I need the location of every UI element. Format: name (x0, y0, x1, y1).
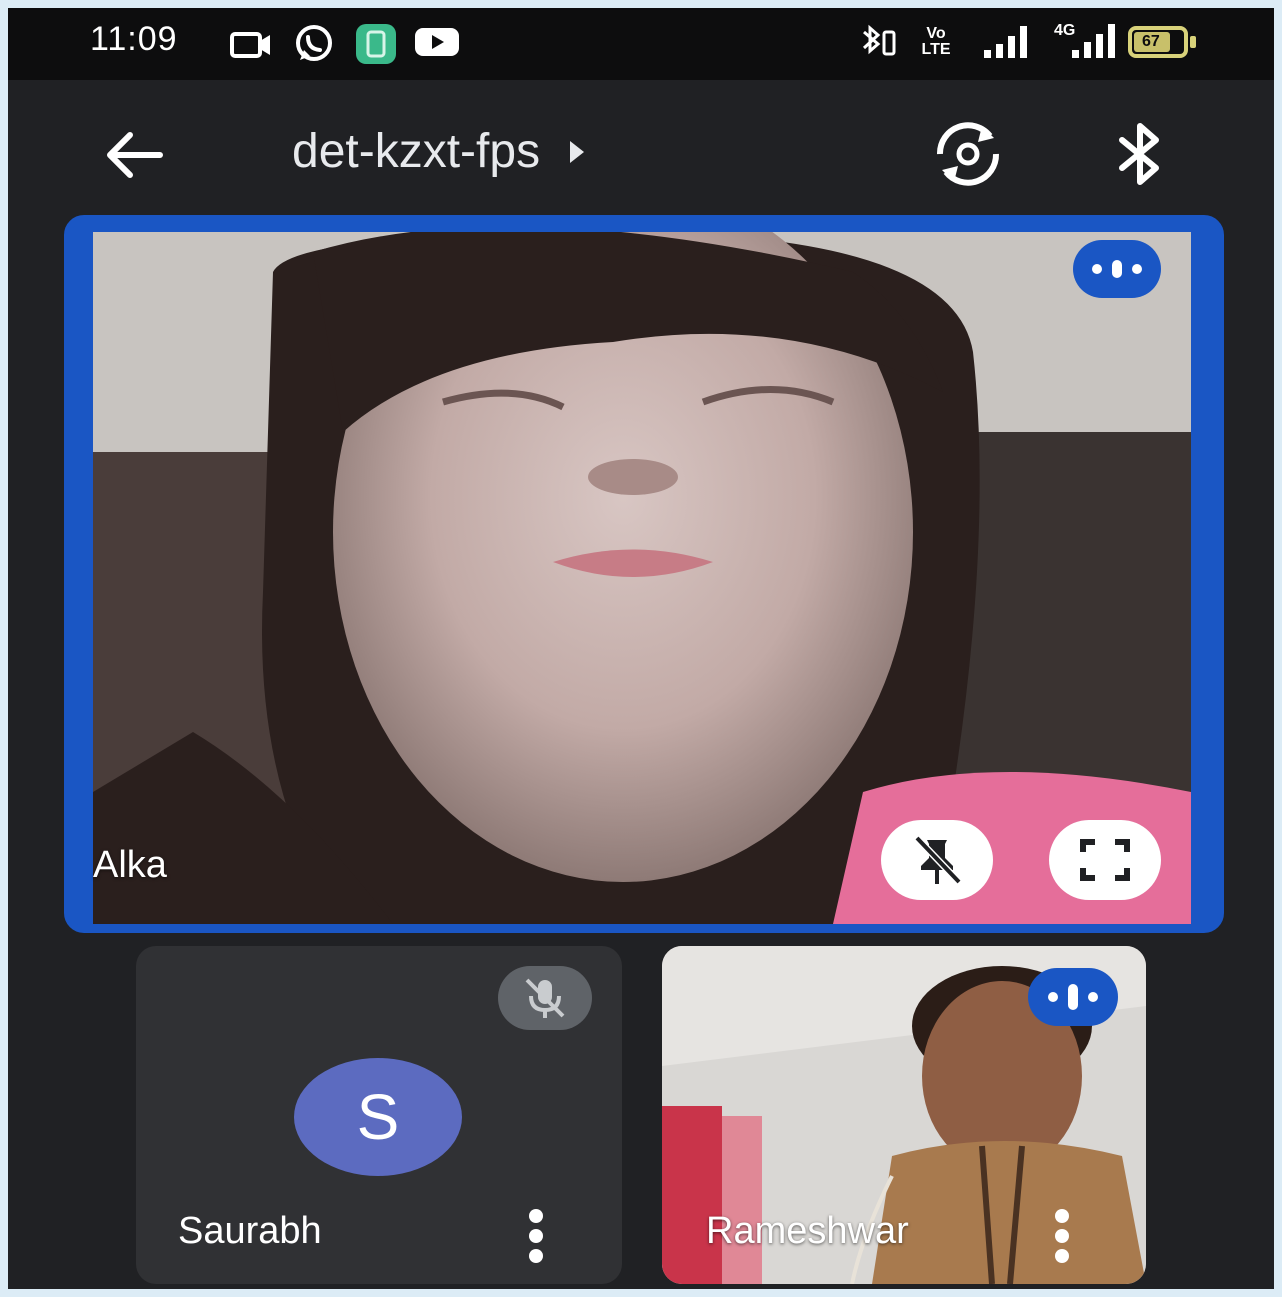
signal-icon (984, 26, 1027, 58)
meeting-title[interactable]: det-kzxt-fps (292, 120, 585, 184)
app-icon (356, 24, 396, 64)
volte-icon: Vo LTE (914, 26, 958, 58)
back-arrow-icon (107, 132, 163, 178)
more-vert-icon (1055, 1209, 1069, 1263)
participant-name: Alka (93, 844, 167, 886)
status-time: 11:09 (90, 20, 178, 58)
volte-label: Vo LTE (921, 25, 951, 58)
participant-name: Saurabh (178, 1210, 322, 1252)
participant-tile-main[interactable]: Alka (64, 215, 1224, 933)
youtube-icon (415, 28, 459, 56)
mic-off-icon (498, 966, 592, 1030)
camera-icon (230, 32, 270, 58)
bluetooth-icon (1119, 123, 1159, 185)
fullscreen-button[interactable] (1049, 820, 1161, 900)
participant-name: Rameshwar (706, 1210, 909, 1252)
whatsapp-icon (296, 25, 332, 61)
battery-level: 67 (1142, 33, 1160, 50)
bluetooth-vibrate-icon (862, 24, 896, 56)
participant-video (93, 232, 1191, 924)
status-bar: 11:09 Vo LTE 4G 67 (8, 8, 1274, 80)
expand-caret-icon (570, 141, 585, 163)
more-options-button[interactable] (1042, 1198, 1082, 1278)
more-vert-icon (529, 1209, 543, 1263)
switch-camera-button[interactable] (926, 114, 1010, 194)
speaking-indicator-icon (1028, 968, 1118, 1026)
participant-tile-saurabh[interactable]: S Saurabh (136, 946, 622, 1284)
back-button[interactable] (100, 120, 170, 190)
switch-camera-icon (936, 122, 1000, 186)
unpin-button[interactable] (881, 820, 993, 900)
participant-tile-rameshwar[interactable]: Rameshwar (662, 946, 1146, 1284)
more-options-button[interactable] (516, 1198, 556, 1278)
avatar: S (294, 1058, 462, 1176)
fullscreen-icon (1080, 839, 1130, 881)
avatar-initial: S (356, 1081, 400, 1153)
battery-icon: 67 (1128, 26, 1196, 60)
audio-output-button[interactable] (1100, 114, 1180, 194)
unpin-icon (914, 835, 962, 885)
meeting-code: det-kzxt-fps (292, 125, 541, 178)
4g-signal-icon: 4G (1042, 22, 1124, 62)
phone-screen: 11:09 Vo LTE 4G 67 det-kzxt-fps Alka S S… (8, 8, 1274, 1289)
speaking-indicator-icon (1073, 240, 1161, 298)
